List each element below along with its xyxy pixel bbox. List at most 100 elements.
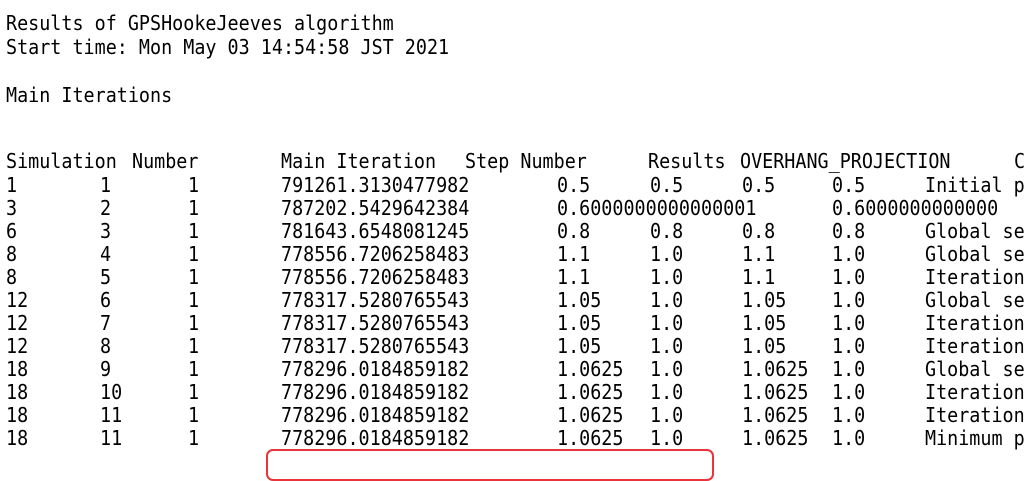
table-cell: 1 [100,173,112,197]
table-cell: 778296.0184859182 [281,357,470,381]
table-cell: 0.5 [557,173,591,197]
table-cell: 1.0 [832,380,866,404]
column-header: Simulation [6,149,117,173]
table-cell: 1.05 [742,334,787,358]
table-cell: 1.05 [742,288,787,312]
table-cell: 0.6000000000000 [832,196,999,220]
table-cell: 6 [6,219,18,243]
column-header: Step Number [465,149,587,173]
table-cell: 1 [188,311,200,335]
table-cell: 1.0 [832,311,866,335]
table-cell: 1 [188,219,200,243]
column-header: Results [648,149,726,173]
table-cell: 8 [100,334,112,358]
table-cell: 1 [188,173,200,197]
table-cell: 8 [6,242,18,266]
table-cell: 778317.5280765543 [281,288,470,312]
table-cell: 778296.0184859182 [281,403,470,427]
table-cell: 1.0 [650,242,684,266]
table-cell: 3 [100,219,112,243]
table-cell: 2 [100,196,112,220]
table-cell: 10 [100,380,123,404]
table-cell: Iteration [925,311,1024,335]
table-cell: 1.0625 [742,357,809,381]
table-cell: 12 [6,311,29,335]
table-cell: 1.1 [557,265,591,289]
table-cell: 1.0625 [557,403,624,427]
table-cell: 1.0 [650,288,684,312]
table-cell: 0.5 [650,173,684,197]
table-cell: 1.0 [650,426,684,450]
table-cell: 5 [100,265,112,289]
table-cell: 1.0 [832,265,866,289]
table-cell: Iteration [925,403,1024,427]
table-cell: 1.0 [650,380,684,404]
table-cell: Global se [925,219,1024,243]
table-cell: 1.0 [832,242,866,266]
table-cell: 0.6000000000000001 [557,196,757,220]
table-cell: 9 [100,357,112,381]
table-cell: 1.0625 [557,426,624,450]
table-cell: 778556.7206258483 [281,265,470,289]
table-cell: 12 [6,334,29,358]
table-cell: 18 [6,380,29,404]
table-cell: 791261.3130477982 [281,173,470,197]
table-cell: 1 [188,357,200,381]
table-cell: 778296.0184859182 [281,426,470,450]
table-cell: 0.8 [832,219,866,243]
table-cell: 4 [100,242,112,266]
table-cell: Initial p [925,173,1024,197]
table-cell: 7 [100,311,112,335]
table-cell: 3 [6,196,18,220]
table-cell: 1.05 [557,288,602,312]
table-cell: 0.5 [832,173,866,197]
table-cell: 1 [188,265,200,289]
highlight-box [266,449,714,481]
table-cell: Iteration [925,334,1024,358]
section-title: Main Iterations [6,83,173,107]
table-cell: 1.0 [650,311,684,335]
table-cell: 778556.7206258483 [281,242,470,266]
table-cell: 1 [188,288,200,312]
table-cell: 1.05 [557,334,602,358]
table-cell: 1 [188,380,200,404]
table-cell: 18 [6,403,29,427]
table-cell: Global se [925,357,1024,381]
table-cell: 1 [188,242,200,266]
table-cell: 11 [100,403,123,427]
table-cell: 0.8 [742,219,776,243]
table-cell: 778296.0184859182 [281,380,470,404]
table-cell: 1.1 [742,265,776,289]
column-header: C [1014,149,1024,173]
table-cell: 0.5 [742,173,776,197]
table-cell: 781643.6548081245 [281,219,470,243]
algorithm-title: Results of GPSHookeJeeves algorithm [6,11,394,35]
table-cell: 12 [6,288,29,312]
table-cell: 1.0 [650,403,684,427]
table-cell: 1 [188,196,200,220]
table-cell: 0.8 [557,219,591,243]
table-cell: 1 [6,173,18,197]
table-cell: 0.8 [650,219,684,243]
table-cell: 18 [6,426,29,450]
table-cell: Iteration [925,265,1024,289]
table-cell: 1 [188,403,200,427]
table-cell: 8 [6,265,18,289]
table-cell: 1.0625 [742,426,809,450]
column-header: OVERHANG_PROJECTION [740,149,951,173]
table-cell: 1.0 [650,357,684,381]
start-time: Start time: Mon May 03 14:54:58 JST 2021 [6,35,450,59]
column-header: Number [132,149,199,173]
table-cell: 18 [6,357,29,381]
table-cell: 1.0 [832,426,866,450]
table-cell: 1.0 [832,288,866,312]
table-cell: Iteration [925,380,1024,404]
table-cell: 6 [100,288,112,312]
table-cell: 1.0 [832,403,866,427]
table-cell: Global se [925,288,1024,312]
table-cell: 778317.5280765543 [281,311,470,335]
table-cell: 1.0625 [557,357,624,381]
table-cell: 1.1 [557,242,591,266]
table-cell: 778317.5280765543 [281,334,470,358]
table-cell: 1.1 [742,242,776,266]
